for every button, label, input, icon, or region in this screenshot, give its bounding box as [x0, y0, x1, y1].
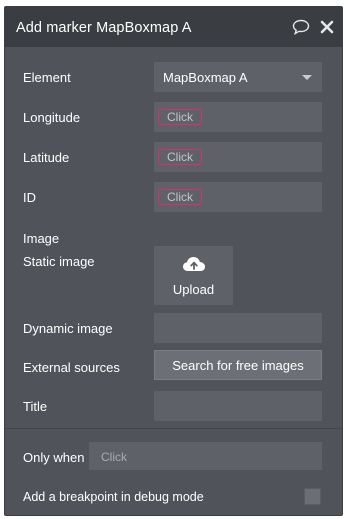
- latitude-click-chip[interactable]: Click: [158, 149, 202, 165]
- id-click-chip[interactable]: Click: [158, 189, 202, 205]
- dynamic-image-field[interactable]: [154, 313, 322, 343]
- id-label: ID: [23, 190, 36, 205]
- upload-button-label: Upload: [172, 281, 215, 297]
- comment-icon[interactable]: [292, 18, 310, 36]
- element-dropdown[interactable]: MapBoxmap A: [154, 62, 322, 92]
- title-label: Title: [23, 399, 48, 414]
- id-field[interactable]: Click: [154, 182, 322, 212]
- only-when-field[interactable]: Click: [89, 442, 322, 470]
- panel-title: Add marker MapBoxmap A: [16, 20, 192, 36]
- cloud-upload-icon: [182, 255, 206, 276]
- close-icon[interactable]: [318, 18, 336, 36]
- property-editor-panel: Add marker MapBoxmap A Element MapBoxmap…: [4, 6, 343, 516]
- static-image-label: Static image: [23, 254, 95, 269]
- header-icons: [292, 18, 336, 36]
- breakpoint-checkbox[interactable]: [304, 488, 321, 505]
- section-divider: [5, 428, 342, 429]
- title-field[interactable]: [154, 391, 322, 421]
- panel-header: Add marker MapBoxmap A: [5, 7, 342, 47]
- longitude-field[interactable]: Click: [154, 102, 322, 132]
- latitude-field[interactable]: Click: [154, 142, 322, 172]
- element-dropdown-value: MapBoxmap A: [163, 70, 248, 85]
- external-sources-label: External sources: [23, 360, 120, 375]
- image-heading: Image: [23, 231, 60, 246]
- search-free-images-button[interactable]: Search for free images: [154, 350, 322, 380]
- only-when-label: Only when: [23, 450, 85, 465]
- dynamic-image-label: Dynamic image: [23, 321, 113, 336]
- element-label: Element: [23, 70, 71, 85]
- longitude-label: Longitude: [23, 110, 81, 125]
- only-when-placeholder: Click: [101, 450, 127, 464]
- longitude-click-chip[interactable]: Click: [158, 109, 202, 125]
- upload-button[interactable]: Upload: [154, 246, 233, 305]
- latitude-label: Latitude: [23, 150, 70, 165]
- chevron-down-icon: [302, 75, 312, 80]
- breakpoint-label: Add a breakpoint in debug mode: [23, 490, 204, 504]
